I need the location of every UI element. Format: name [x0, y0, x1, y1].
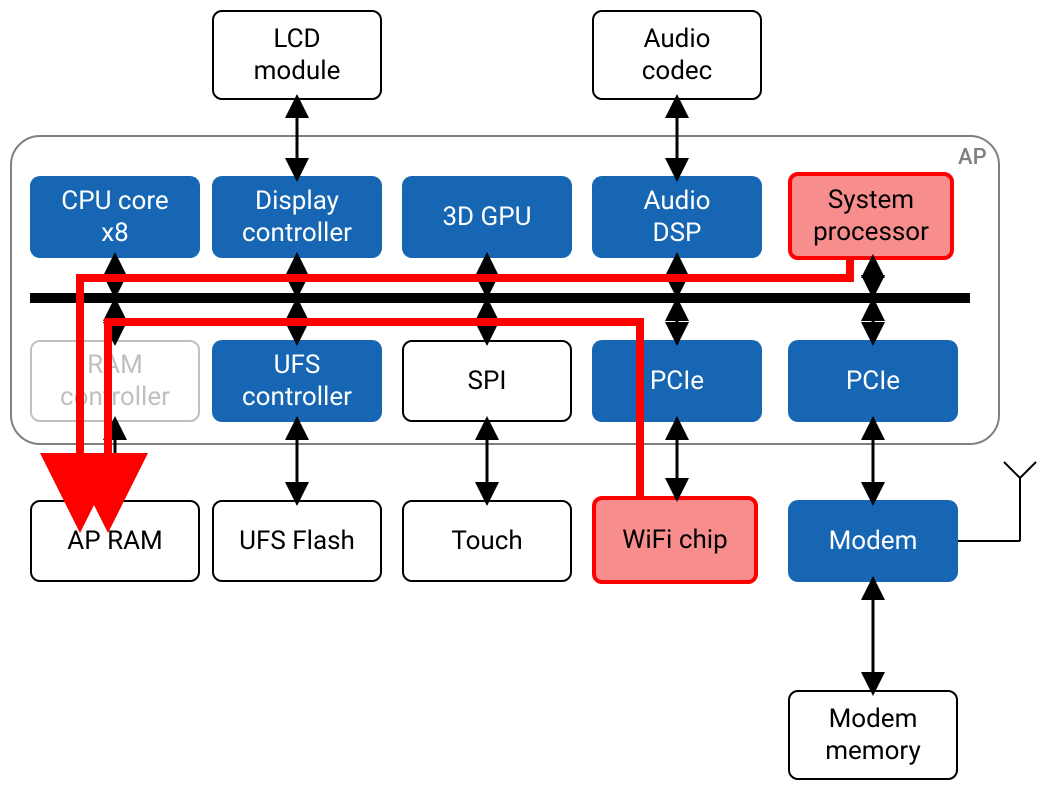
ufs-controller-block: UFS controller	[212, 340, 382, 422]
modem-memory-block: Modem memory	[788, 690, 958, 780]
display-controller-block: Display controller	[212, 176, 382, 258]
audio-codec-block: Audio codec	[592, 10, 762, 100]
cpu-core-block: CPU core x8	[30, 176, 200, 258]
pcie-1-block: PCIe	[592, 340, 762, 422]
touch-block: Touch	[402, 500, 572, 582]
lcd-module-block: LCD module	[212, 10, 382, 100]
spi-block: SPI	[402, 340, 572, 422]
wifi-chip-block: WiFi chip	[592, 496, 758, 584]
audio-dsp-block: Audio DSP	[592, 176, 762, 258]
ap-ram-block: AP RAM	[30, 500, 200, 582]
gpu-block: 3D GPU	[402, 176, 572, 258]
ap-label: AP	[958, 145, 987, 170]
pcie-2-block: PCIe	[788, 340, 958, 422]
system-bus	[30, 293, 970, 303]
ram-controller-block: RAM controller	[30, 340, 200, 422]
modem-block: Modem	[788, 500, 958, 582]
ufs-flash-block: UFS Flash	[212, 500, 382, 582]
system-processor-block: System processor	[788, 172, 954, 260]
